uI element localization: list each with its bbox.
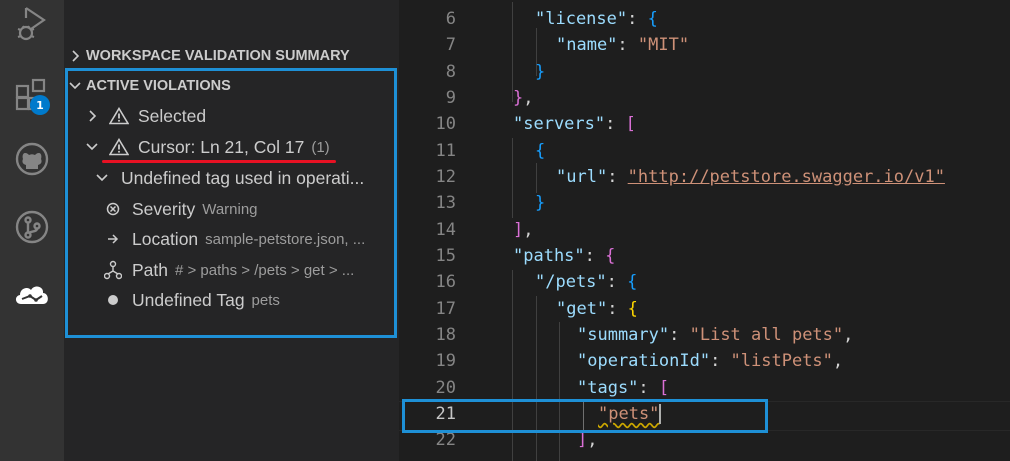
tag-value: pets <box>251 291 280 309</box>
run-debug-icon[interactable] <box>10 2 54 46</box>
cursor-underline-annotation <box>102 160 336 163</box>
violation-count: (1) <box>311 138 330 156</box>
tree-item-label: Selected <box>138 105 207 126</box>
chevron-right-icon <box>64 49 86 63</box>
code-line: 11{ <box>435 141 546 162</box>
tree-item-location[interactable]: Location sample-petstore.json, ... <box>64 224 437 254</box>
code-line: 22], <box>435 430 598 451</box>
section-active-violations[interactable]: ACTIVE VIOLATIONS <box>64 73 399 99</box>
extensions-badge: 1 <box>30 95 50 115</box>
error-circle-icon <box>102 202 124 216</box>
tree-item-cursor[interactable]: Cursor: Ln 21, Col 17 (1) <box>64 132 419 162</box>
code-line: 6 "license": { <box>445 9 658 30</box>
sidebar: WORKSPACE VALIDATION SUMMARY ACTIVE VIOL… <box>64 0 399 461</box>
chevron-down-icon <box>94 173 110 183</box>
section-workspace-validation-summary[interactable]: WORKSPACE VALIDATION SUMMARY <box>64 43 399 69</box>
code-line-active: 21 "pets" <box>435 404 662 425</box>
code-line: 19 "operationId": "listPets", <box>435 351 844 372</box>
section-label: ACTIVE VIOLATIONS <box>86 78 231 94</box>
source-control-icon[interactable] <box>10 205 54 249</box>
code-line: 10 "servers": [ <box>435 114 636 135</box>
tree-item-label: Location <box>132 228 199 249</box>
arrow-right-icon <box>102 233 124 245</box>
chevron-down-icon <box>64 80 86 92</box>
chevron-right-icon <box>84 109 100 123</box>
code-line: 8} <box>445 62 546 83</box>
warning-icon <box>108 107 130 125</box>
tree-item-undefined-tag[interactable]: Undefined Tag pets <box>64 285 437 315</box>
section-label: WORKSPACE VALIDATION SUMMARY <box>86 48 350 64</box>
code-line: 18 "summary": "List all pets", <box>435 325 854 346</box>
tree-item-label: Severity <box>132 198 196 219</box>
code-line: 17 "get": { <box>435 299 638 320</box>
path-value: # > paths > /pets > get > ... <box>175 261 355 279</box>
tree-item-label: Undefined tag used in operati... <box>121 167 365 188</box>
server-url-link[interactable]: "http://petstore.swagger.io/v1" <box>628 167 945 187</box>
tree-item-label: Path <box>132 259 168 280</box>
tree-item-label: Cursor: Ln 21, Col 17 <box>138 136 305 157</box>
code-line: 12 "url": "http://petstore.swagger.io/v1" <box>435 167 945 188</box>
editor[interactable]: 6 "license": { 7 "name": "MIT" 8} 9}, 10 "s… <box>399 0 1010 461</box>
chevron-down-icon <box>84 142 100 152</box>
code-line: 13} <box>435 193 546 214</box>
code-line: 7 "name": "MIT" <box>445 35 690 56</box>
code-line: 16 "/pets": { <box>435 272 638 293</box>
tree-item-selected[interactable]: Selected <box>64 101 419 131</box>
tree-item-path[interactable]: Path # > paths > /pets > get > ... <box>64 255 437 285</box>
code-line: 15 "paths": { <box>435 246 616 267</box>
cloud-icon[interactable] <box>10 272 54 316</box>
warning-icon <box>108 138 130 156</box>
text-cursor <box>659 404 662 425</box>
location-value: sample-petstore.json, ... <box>205 230 366 248</box>
activity-bar: 1 <box>0 0 64 461</box>
type-hierarchy-icon <box>102 260 124 280</box>
tree-item-severity[interactable]: Severity Warning <box>64 194 437 224</box>
code-line: 14], <box>435 220 534 241</box>
github-icon[interactable] <box>10 137 54 181</box>
tree-item-violation[interactable]: Undefined tag used in operati... <box>64 163 429 193</box>
code-line: 20 "tags": [ <box>435 378 670 399</box>
code-line: 9}, <box>445 88 534 109</box>
tree-item-label: Undefined Tag <box>132 289 245 310</box>
circle-filled-icon <box>102 294 124 306</box>
severity-value: Warning <box>202 200 258 218</box>
pets-tag-warning[interactable]: "pets" <box>598 404 659 424</box>
